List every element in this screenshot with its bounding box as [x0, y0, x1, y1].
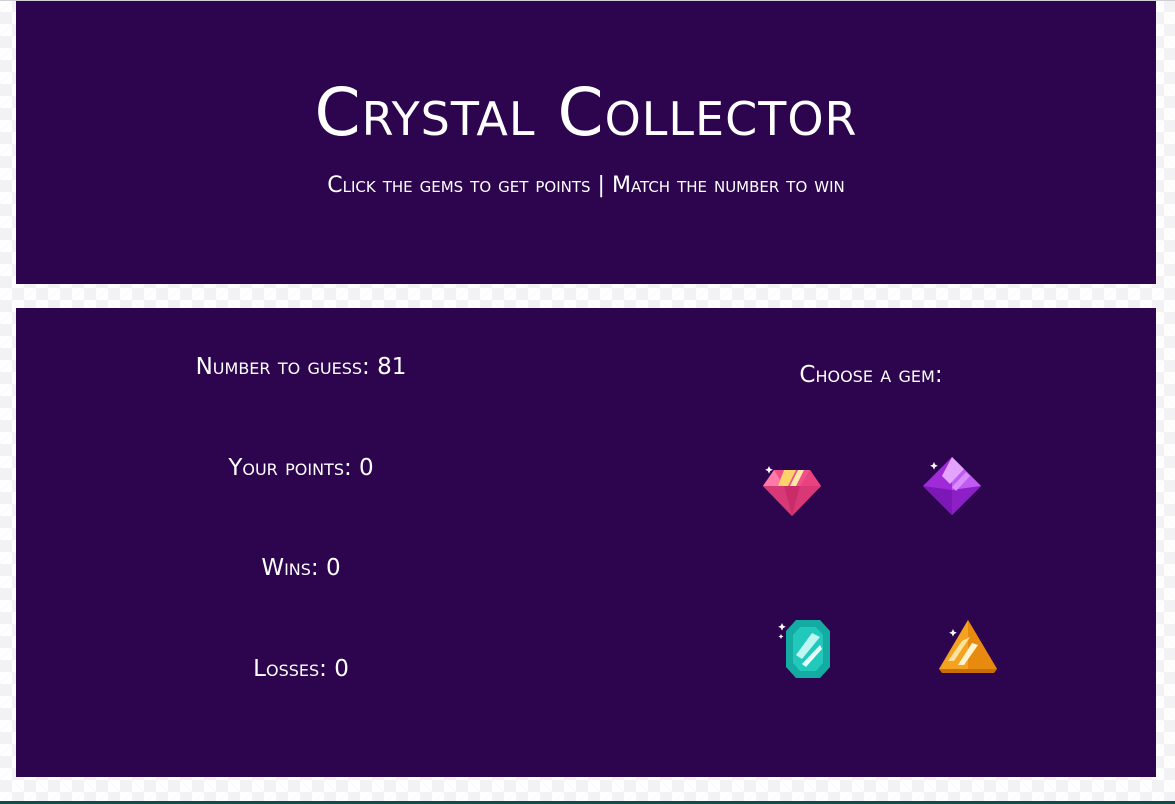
teal-emerald-gem-button[interactable] [776, 617, 840, 681]
page-title: Crystal Collector [314, 74, 858, 151]
losses-label: Losses: [253, 656, 335, 682]
points-label: Your points: [228, 455, 360, 481]
choose-gem-prompt: Choose a gem: [799, 362, 943, 388]
pink-diamond-gem-button[interactable] [760, 458, 824, 522]
losses-stat: Losses: 0 [16, 654, 586, 684]
orange-pyramid-gem-button[interactable] [936, 617, 1000, 681]
target-number-stat: Number to guess: 81 [16, 352, 586, 382]
teal-emerald-gem-icon [778, 620, 830, 678]
target-number-label: Number to guess: [195, 354, 378, 380]
purple-crystal-gem-icon [923, 457, 981, 515]
pink-diamond-gem-icon [763, 466, 821, 516]
orange-pyramid-gem-icon [939, 620, 997, 673]
header-panel: Crystal Collector Click the gems to get … [16, 1, 1156, 284]
page-subtitle: Click the gems to get points | Match the… [327, 173, 845, 198]
wins-stat: Wins: 0 [16, 553, 586, 583]
purple-crystal-gem-button[interactable] [920, 454, 984, 518]
points-value: 0 [359, 455, 374, 481]
losses-value: 0 [334, 656, 349, 682]
game-panel: Number to guess: 81 Your points: 0 Wins:… [16, 308, 1156, 777]
points-stat: Your points: 0 [16, 453, 586, 483]
target-number-value: 81 [377, 354, 407, 380]
wins-label: Wins: [261, 555, 326, 581]
wins-value: 0 [326, 555, 341, 581]
